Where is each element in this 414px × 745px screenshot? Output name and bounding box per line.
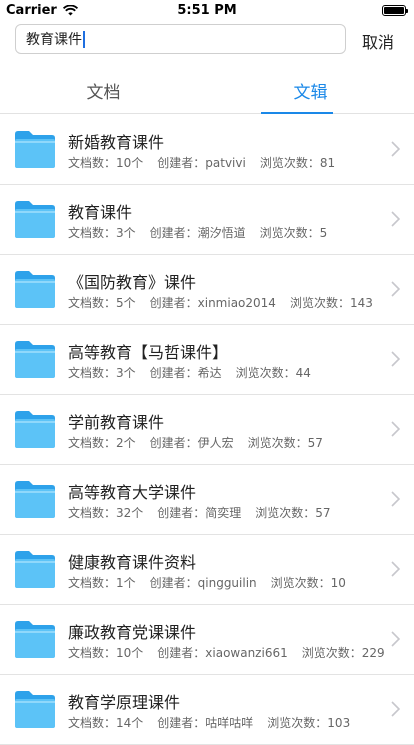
text-caret	[83, 30, 85, 48]
list-item[interactable]: 新婚教育课件 文档数：10个 创建者：patvivi 浏览次数：81	[0, 115, 414, 185]
list-item-meta: 文档数：1个 创建者：qingguilin 浏览次数：10	[68, 574, 346, 591]
list-item-meta: 文档数：10个 创建者：xiaowanzi661 浏览次数：229	[68, 644, 385, 661]
view-count: 浏览次数：44	[235, 366, 311, 380]
list-item[interactable]: 学前教育课件 文档数：2个 创建者：伊人宏 浏览次数：57	[0, 395, 414, 465]
folder-icon	[15, 411, 55, 448]
list-item[interactable]: 健康教育课件资料 文档数：1个 创建者：qingguilin 浏览次数：10	[0, 535, 414, 605]
chevron-right-icon	[391, 421, 400, 437]
list-item[interactable]: 高等教育大学课件 文档数：32个 创建者：简奕理 浏览次数：57	[0, 465, 414, 535]
list-item-title: 教育学原理课件	[68, 693, 181, 712]
folder-icon	[15, 131, 55, 168]
tab-bar: 文档 文辑	[0, 68, 414, 114]
view-count: 浏览次数：81	[259, 156, 336, 170]
status-right	[382, 5, 408, 16]
list-item-meta: 文档数：5个 创建者：xinmiao2014 浏览次数：143	[68, 294, 373, 311]
chevron-right-icon	[391, 351, 400, 367]
status-time: 5:51 PM	[177, 3, 237, 18]
folder-icon	[15, 691, 55, 728]
chevron-right-icon	[391, 141, 400, 157]
doc-count: 文档数：10个	[68, 156, 144, 170]
doc-count: 文档数：10个	[68, 646, 144, 660]
collection-list: 新婚教育课件 文档数：10个 创建者：patvivi 浏览次数：81 教育课件 文档…	[0, 115, 414, 745]
doc-count: 文档数：2个	[68, 436, 136, 450]
creator-label: 创建者：qingguilin	[149, 576, 257, 590]
list-item[interactable]: 教育课件 文档数：3个 创建者：潮汐悟道 浏览次数：5	[0, 185, 414, 255]
list-item-meta: 文档数：32个 创建者：简奕理 浏览次数：57	[68, 504, 331, 521]
folder-icon	[15, 621, 55, 658]
search-input-value: 教育课件	[26, 32, 82, 48]
folder-icon	[15, 201, 55, 238]
list-item-title: 《国防教育》课件	[68, 273, 197, 292]
search-input[interactable]: 教育课件	[15, 24, 346, 54]
tab-documents[interactable]: 文档	[0, 78, 207, 103]
folder-icon	[15, 481, 55, 518]
view-count: 浏览次数：5	[259, 226, 328, 240]
doc-count: 文档数：5个	[68, 296, 136, 310]
tab-active-indicator	[261, 112, 333, 114]
view-count: 浏览次数：57	[255, 506, 331, 520]
list-item[interactable]: 教育学原理课件 文档数：14个 创建者：咕咩咕咩 浏览次数：103	[0, 675, 414, 745]
doc-count: 文档数：14个	[68, 716, 144, 730]
status-bar: Carrier 5:51 PM	[0, 0, 414, 20]
list-item-meta: 文档数：10个 创建者：patvivi 浏览次数：81	[68, 154, 335, 171]
creator-label: 创建者：xinmiao2014	[149, 296, 276, 310]
list-item-title: 学前教育课件	[68, 413, 165, 432]
battery-icon	[382, 5, 408, 16]
cancel-button[interactable]: 取消	[362, 29, 394, 53]
folder-icon	[15, 551, 55, 588]
view-count: 浏览次数：10	[270, 576, 346, 590]
creator-label: 创建者：希达	[149, 366, 222, 380]
chevron-right-icon	[391, 281, 400, 297]
creator-label: 创建者：xiaowanzi661	[157, 646, 288, 660]
list-item-meta: 文档数：3个 创建者：潮汐悟道 浏览次数：5	[68, 224, 327, 241]
view-count: 浏览次数：57	[247, 436, 323, 450]
list-item-title: 教育课件	[68, 203, 133, 222]
doc-count: 文档数：1个	[68, 576, 136, 590]
view-count: 浏览次数：229	[301, 646, 385, 660]
list-item-meta: 文档数：2个 创建者：伊人宏 浏览次数：57	[68, 434, 323, 451]
folder-icon	[15, 341, 55, 378]
doc-count: 文档数：3个	[68, 226, 136, 240]
search-row: 教育课件 取消	[0, 24, 414, 56]
list-item-meta: 文档数：14个 创建者：咕咩咕咩 浏览次数：103	[68, 714, 350, 731]
list-item[interactable]: 廉政教育党课课件 文档数：10个 创建者：xiaowanzi661 浏览次数：229	[0, 605, 414, 675]
view-count: 浏览次数：103	[267, 716, 351, 730]
list-item[interactable]: 高等教育【马哲课件】 文档数：3个 创建者：希达 浏览次数：44	[0, 325, 414, 395]
list-item-title: 新婚教育课件	[68, 133, 165, 152]
list-item-title: 健康教育课件资料	[68, 553, 197, 572]
list-item-title: 高等教育【马哲课件】	[68, 343, 229, 362]
chevron-right-icon	[391, 491, 400, 507]
creator-label: 创建者：咕咩咕咩	[157, 716, 254, 730]
list-item[interactable]: 《国防教育》课件 文档数：5个 创建者：xinmiao2014 浏览次数：143	[0, 255, 414, 325]
creator-label: 创建者：patvivi	[157, 156, 246, 170]
chevron-right-icon	[391, 211, 400, 227]
view-count: 浏览次数：143	[289, 296, 373, 310]
list-item-title: 高等教育大学课件	[68, 483, 197, 502]
list-item-meta: 文档数：3个 创建者：希达 浏览次数：44	[68, 364, 311, 381]
tab-collections[interactable]: 文辑	[207, 78, 414, 103]
creator-label: 创建者：简奕理	[157, 506, 242, 520]
chevron-right-icon	[391, 631, 400, 647]
creator-label: 创建者：伊人宏	[149, 436, 234, 450]
folder-icon	[15, 271, 55, 308]
chevron-right-icon	[391, 561, 400, 577]
doc-count: 文档数：3个	[68, 366, 136, 380]
doc-count: 文档数：32个	[68, 506, 144, 520]
list-item-title: 廉政教育党课课件	[68, 623, 197, 642]
creator-label: 创建者：潮汐悟道	[149, 226, 246, 240]
chevron-right-icon	[391, 701, 400, 717]
